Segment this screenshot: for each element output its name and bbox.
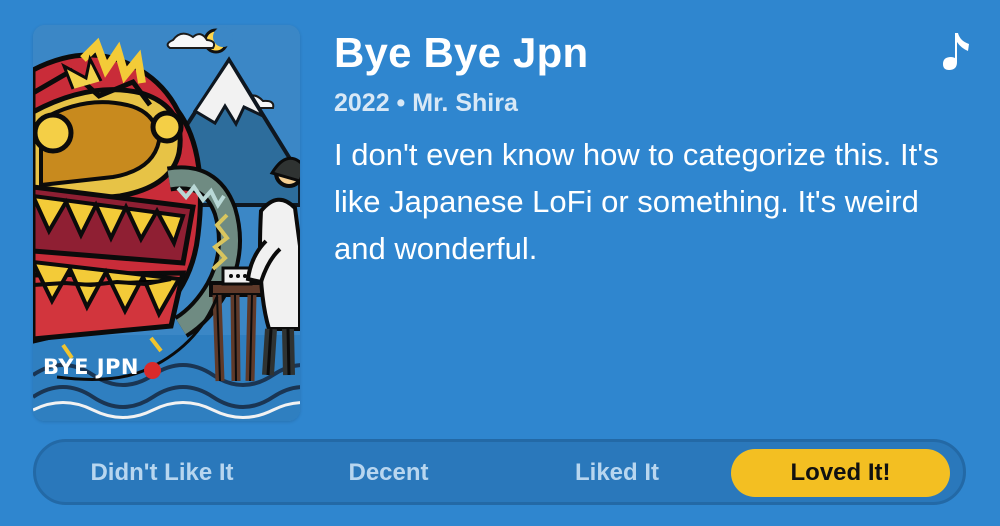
album-description: I don't even know how to categorize this…: [334, 137, 939, 266]
album-title: Bye Bye Jpn: [334, 29, 589, 76]
rating-option-liked-it[interactable]: Liked It: [533, 449, 701, 497]
rating-option-decent[interactable]: Decent: [306, 449, 471, 497]
rating-option-didnt-like-it[interactable]: Didn't Like It: [73, 449, 251, 497]
cover-title-text: BYE JPN: [43, 355, 140, 379]
music-note-icon: [943, 33, 969, 70]
album-cover-art: BYE JPN: [33, 25, 300, 421]
red-circle-icon: [144, 362, 161, 379]
album-meta: 2022 • Mr. Shira: [334, 89, 518, 117]
rating-option-loved-it[interactable]: Loved It!: [731, 449, 950, 497]
rating-selector: Didn't Like It Decent Liked It Loved It!: [33, 439, 966, 505]
